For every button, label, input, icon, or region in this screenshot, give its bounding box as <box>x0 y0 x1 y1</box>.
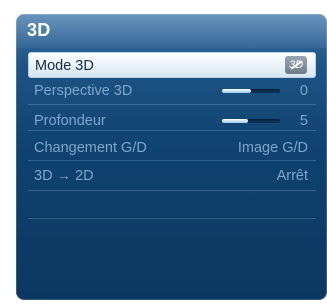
profondeur-slider-fill <box>222 119 249 123</box>
profondeur-slider[interactable] <box>222 119 280 123</box>
row-divider <box>28 104 316 105</box>
menu-item-perspective-3d[interactable]: Perspective 3D 0 <box>28 78 316 104</box>
menu-item-value: Arrêt <box>276 168 308 184</box>
row-divider <box>28 190 316 191</box>
perspective-slider[interactable] <box>222 89 280 93</box>
menu-item-value: 5 <box>299 113 308 129</box>
menu-item-label: 3D → 2D <box>34 168 94 184</box>
menu-item-label: Mode 3D <box>35 58 94 74</box>
menu-item-label: Perspective 3D <box>34 83 133 99</box>
menu-item-changement-gd[interactable]: Changement G/D Image G/D <box>28 135 316 161</box>
menu-item-label: Profondeur <box>34 113 106 129</box>
menu-item-mode-3d[interactable]: Mode 3D 3D <box>28 52 316 78</box>
3d-off-icon: 3D <box>285 56 307 74</box>
menu-item-label: Changement G/D <box>34 140 147 156</box>
row-divider <box>28 218 316 219</box>
menu-title: 3D <box>27 20 51 40</box>
menu-item-value: Image G/D <box>237 140 308 156</box>
menu-item-profondeur[interactable]: Profondeur 5 <box>28 108 316 134</box>
perspective-slider-fill <box>222 89 251 93</box>
menu-item-3d-to-2d[interactable]: 3D → 2D Arrêt <box>28 163 316 189</box>
menu-item-value: 0 <box>299 83 308 99</box>
3d-menu-panel: 3D Mode 3D 3D Perspective 3D 0 Profondeu… <box>16 14 327 300</box>
